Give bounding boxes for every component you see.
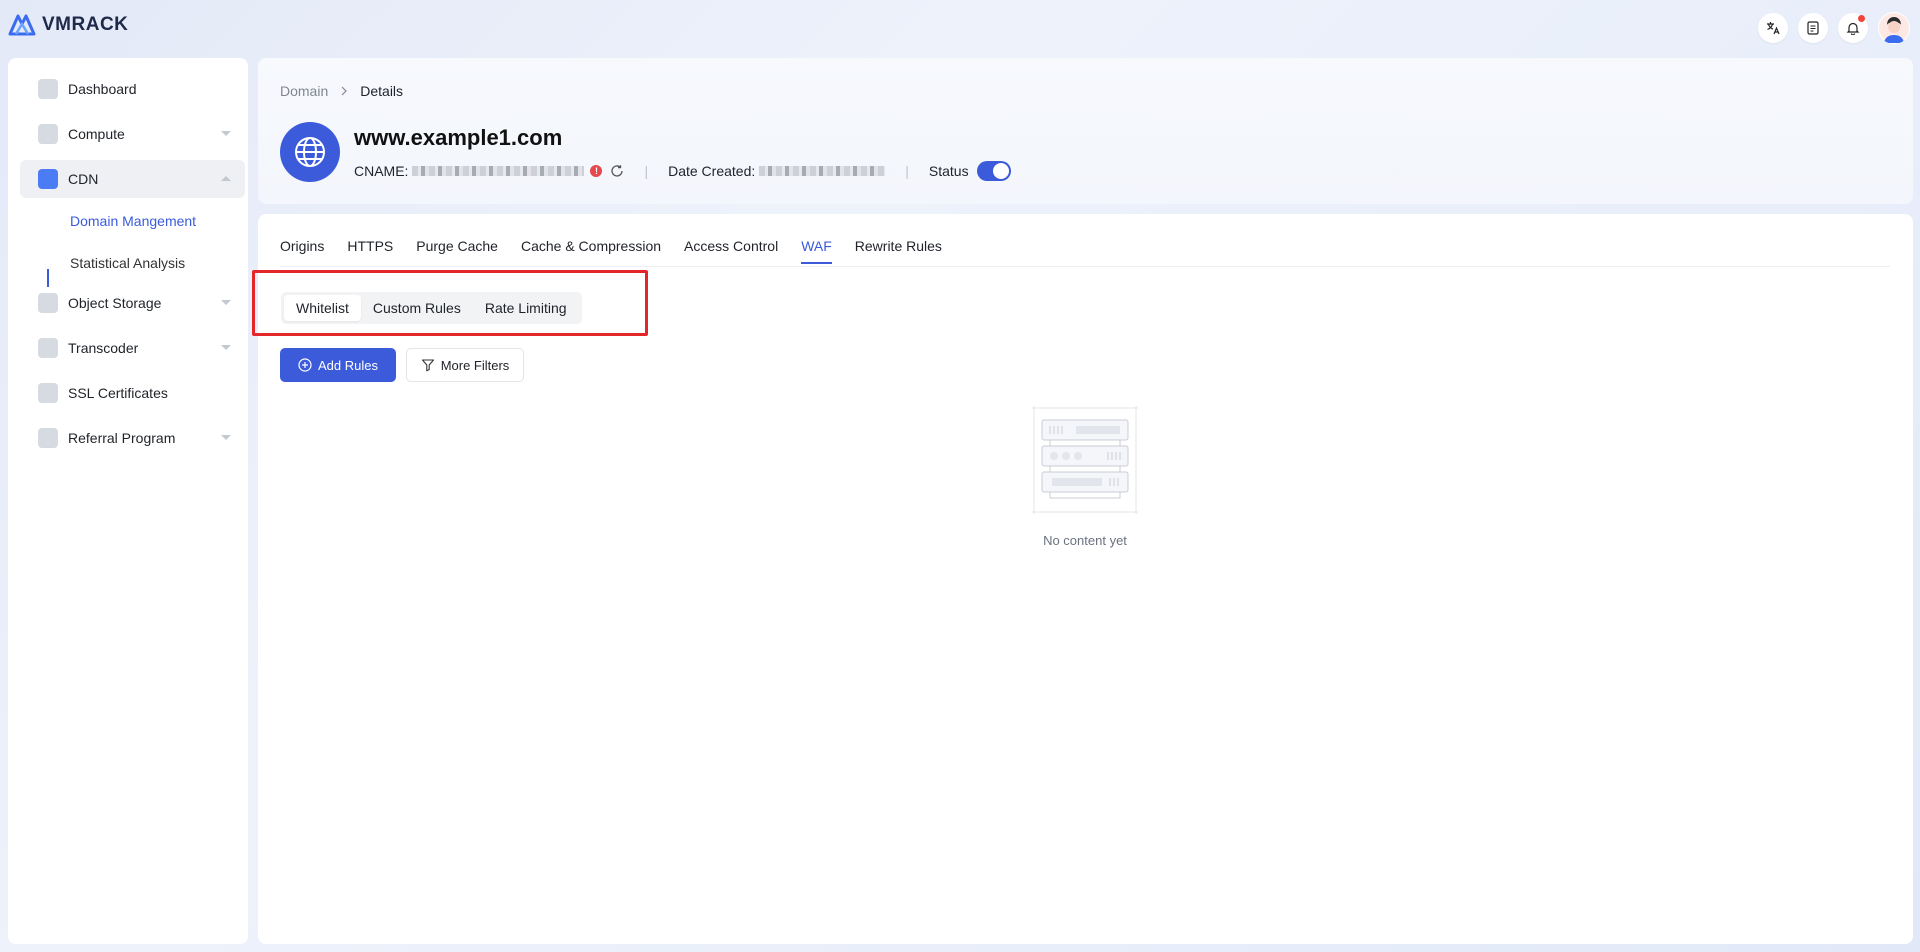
empty-state-text: No content yet [1043,533,1127,548]
transcoder-icon [38,338,58,358]
chevron-up-icon [221,176,231,181]
warning-icon[interactable]: ! [590,165,603,177]
date-created-label: Date Created: [668,163,756,179]
divider: | [644,163,649,179]
sidebar-item-ssl-certificates[interactable]: SSL Certificates [20,374,245,412]
breadcrumb-domain[interactable]: Domain [280,83,328,99]
sidebar-item-label: Object Storage [68,295,162,311]
tabs-divider [280,266,1890,267]
chevron-down-icon [221,345,231,350]
sidebar-item-cdn[interactable]: CDN [20,160,245,198]
refresh-icon[interactable] [610,164,624,178]
domain-name: www.example1.com [354,125,563,150]
chevron-down-icon [221,131,231,136]
tab-cache-compression[interactable]: Cache & Compression [521,238,661,264]
tab-origins[interactable]: Origins [280,238,324,264]
notification-badge [1858,15,1865,22]
sidebar: Dashboard Compute CDN Domain Mangement S… [8,58,248,944]
language-button[interactable] [1758,13,1788,43]
status-toggle[interactable] [976,161,1011,181]
tab-access-control[interactable]: Access Control [684,238,778,264]
tab-waf[interactable]: WAF [801,238,832,264]
sidebar-item-label: SSL Certificates [68,385,168,401]
divider: | [905,163,909,179]
domain-tabs: Origins HTTPS Purge Cache Cache & Compre… [280,238,965,264]
sidebar-item-label: CDN [68,171,99,187]
sidebar-subitem-domain-management[interactable]: Domain Mangement [70,213,196,229]
shield-icon [38,383,58,403]
object-storage-icon [38,293,58,313]
add-rules-label: Add Rules [318,357,378,373]
breadcrumb: Domain Details [280,83,403,99]
logo-icon [8,14,36,36]
tab-https[interactable]: HTTPS [347,238,393,264]
tab-rewrite-rules[interactable]: Rewrite Rules [855,238,942,264]
user-avatar-icon [1879,13,1909,43]
brand-name: VMRACK [42,14,129,35]
plus-circle-icon [298,358,312,372]
sidebar-item-transcoder[interactable]: Transcoder [20,329,245,367]
cdn-icon [38,169,58,189]
docs-button[interactable] [1798,13,1828,43]
bell-icon [1846,22,1860,35]
user-avatar[interactable] [1878,12,1910,44]
sidebar-item-label: Compute [68,126,125,142]
translate-icon [1767,22,1780,35]
server-empty-icon [1032,406,1138,514]
filter-icon [421,359,434,372]
domain-avatar [280,122,340,182]
cname-label: CNAME: [354,163,409,179]
top-toolbar [1758,12,1910,44]
document-icon [1807,21,1819,35]
sidebar-item-object-storage[interactable]: Object Storage [20,284,245,322]
sidebar-item-label: Transcoder [68,340,139,356]
highlight-box [252,270,648,336]
notifications-button[interactable] [1838,13,1868,43]
date-created-value-redacted [759,166,886,176]
cname-value-redacted [412,166,585,176]
sidebar-item-label: Referral Program [68,430,176,446]
sidebar-item-compute[interactable]: Compute [20,115,245,153]
sidebar-item-dashboard[interactable]: Dashboard [20,70,245,108]
compute-icon [38,124,58,144]
breadcrumb-current: Details [360,83,404,99]
empty-state-illustration [1030,404,1140,521]
dashboard-icon [38,79,58,99]
chevron-right-icon [341,86,348,96]
domain-meta: CNAME: ! | Date Created: | Status [354,161,1011,181]
sidebar-item-referral-program[interactable]: Referral Program [20,419,245,457]
tab-purge-cache[interactable]: Purge Cache [416,238,498,264]
sidebar-subitem-statistical-analysis[interactable]: Statistical Analysis [70,255,185,271]
more-filters-label: More Filters [440,357,510,373]
more-filters-button[interactable]: More Filters [406,348,524,382]
add-rules-button[interactable]: Add Rules [280,348,396,382]
app-logo[interactable]: VMRACK [8,12,128,38]
status-label: Status [928,163,969,179]
chevron-down-icon [221,300,231,305]
sidebar-item-label: Dashboard [68,81,137,97]
referral-icon [38,428,58,448]
globe-icon [295,137,325,167]
chevron-down-icon [221,435,231,440]
